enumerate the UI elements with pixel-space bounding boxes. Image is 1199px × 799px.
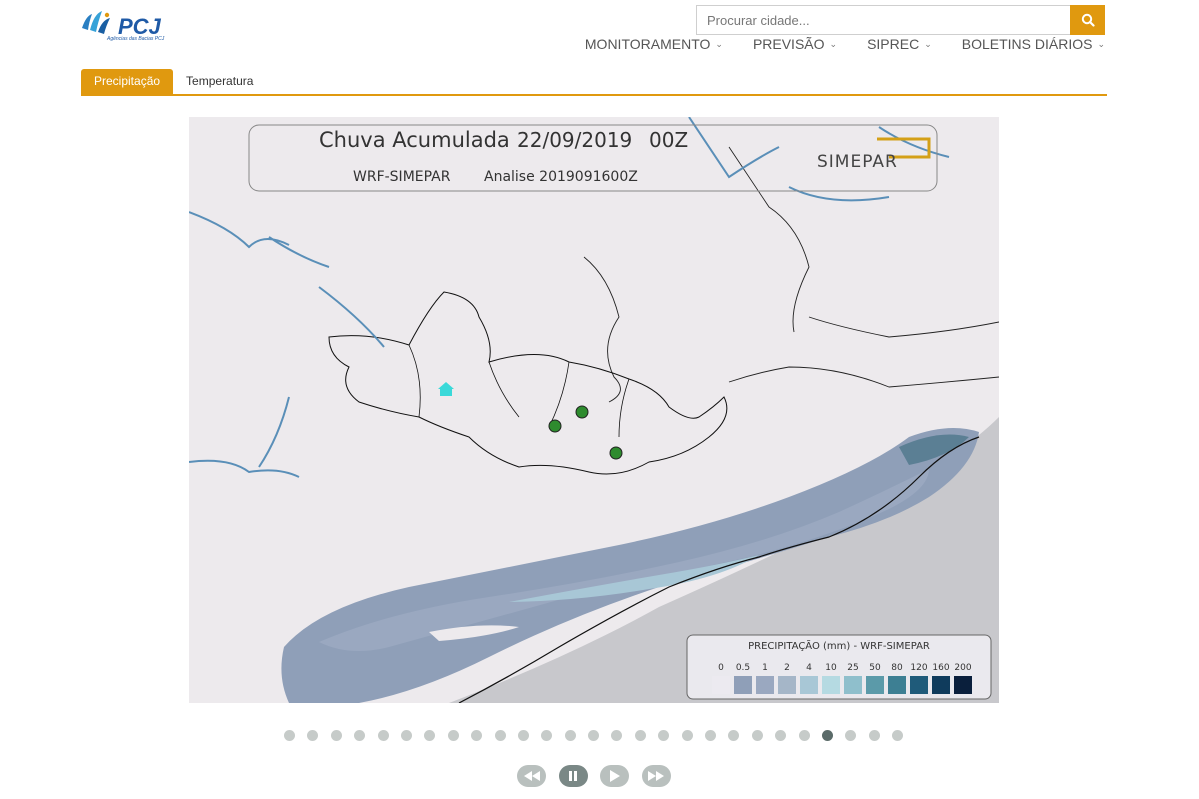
slide-dot[interactable]	[307, 730, 319, 741]
play-button[interactable]	[600, 765, 629, 787]
search-bar	[696, 5, 1105, 35]
legend-value: 1	[762, 663, 768, 673]
slide-dot[interactable]	[377, 730, 389, 741]
legend-value: 50	[869, 663, 881, 673]
legend-swatch	[734, 676, 752, 694]
slide-dot[interactable]	[634, 730, 646, 741]
nav-previsao[interactable]: PREVISÃO ⌄	[753, 36, 837, 52]
map-hour: 00Z	[649, 128, 688, 152]
legend-value: 10	[825, 663, 837, 673]
page: PCJ Agências das Bacias PCJ MONITORAMENT…	[0, 0, 1199, 799]
precipitation-map: Chuva Acumulada 22/09/2019 00Z WRF-SIMEP…	[189, 117, 999, 703]
station-marker[interactable]	[548, 419, 562, 433]
simepar-brand: SIMEPAR	[817, 152, 898, 172]
nav-label: BOLETINS DIÁRIOS	[961, 36, 1093, 52]
legend-swatch	[822, 676, 840, 694]
slide-dot[interactable]	[330, 730, 342, 741]
slide-dot[interactable]	[471, 730, 483, 741]
legend-value: 160	[932, 663, 949, 673]
legend-value: 80	[891, 663, 903, 673]
station-marker[interactable]	[609, 446, 623, 460]
legend-value: 0	[718, 663, 724, 673]
legend-swatch	[866, 676, 884, 694]
search-icon	[1081, 13, 1095, 27]
logo-caption: Agências das Bacias PCJ	[107, 36, 165, 42]
legend-value: 120	[910, 663, 927, 673]
pause-button[interactable]	[558, 765, 588, 787]
slide-dot[interactable]	[354, 730, 366, 741]
slide-dot[interactable]	[681, 730, 693, 741]
chevron-down-icon: ⌄	[829, 38, 838, 49]
slide-dot[interactable]	[658, 730, 670, 741]
nav-boletins-diarios[interactable]: BOLETINS DIÁRIOS ⌄	[962, 36, 1105, 52]
legend-value: 2	[784, 663, 790, 673]
slide-dot[interactable]	[517, 730, 529, 741]
legend-title: PRECIPITAÇÃO (mm) - WRF-SIMEPAR	[748, 639, 930, 652]
playback-controls	[517, 765, 683, 787]
slide-dot[interactable]	[728, 730, 740, 741]
rewind-button[interactable]	[517, 765, 546, 787]
legend-swatch	[910, 676, 928, 694]
slide-dot[interactable]	[494, 730, 506, 741]
basin-outline	[328, 291, 728, 475]
precipitation-legend: PRECIPITAÇÃO (mm) - WRF-SIMEPAR 0 0.5 1 2 4 1…	[686, 634, 992, 700]
slide-dot[interactable]	[611, 730, 623, 741]
slide-dot[interactable]	[424, 730, 436, 741]
slide-indicators	[284, 730, 916, 741]
slide-dot[interactable]	[798, 730, 810, 741]
map-date: 22/09/2019	[517, 128, 632, 152]
legend-swatch	[932, 676, 950, 694]
legend-value: 4	[806, 663, 812, 673]
legend-swatch	[888, 676, 906, 694]
tab-temperatura[interactable]: Temperatura	[173, 69, 266, 94]
legend-swatch	[712, 676, 730, 694]
slide-dot[interactable]	[868, 730, 880, 741]
city-marker[interactable]	[438, 382, 454, 396]
slide-dot[interactable]	[845, 730, 857, 741]
map-analysis: Analise 2019091600Z	[484, 169, 638, 185]
legend-swatch	[800, 676, 818, 694]
slide-dot[interactable]	[541, 730, 553, 741]
map-model: WRF-SIMEPAR	[353, 169, 451, 185]
nav-monitoramento[interactable]: MONITORAMENTO ⌄	[585, 36, 723, 52]
map-title: Chuva Acumulada	[319, 128, 510, 152]
legend-value: 25	[847, 663, 858, 673]
pause-icon	[569, 771, 577, 781]
slide-dot[interactable]	[447, 730, 459, 741]
legend-value: 200	[954, 663, 971, 673]
main-nav: MONITORAMENTO ⌄ PREVISÃO ⌄ SIPREC ⌄ BOLE…	[555, 36, 1105, 52]
chevron-down-icon: ⌄	[1097, 38, 1105, 49]
slide-dot[interactable]	[588, 730, 600, 741]
legend-swatch	[844, 676, 862, 694]
rewind-icon	[523, 771, 540, 781]
tab-precipitacao[interactable]: Precipitação	[81, 69, 174, 94]
nav-label: MONITORAMENTO	[584, 36, 711, 52]
fast-forward-button[interactable]	[641, 765, 671, 787]
play-icon	[609, 770, 620, 782]
legend-swatch	[954, 676, 972, 694]
state-borders	[583, 146, 999, 403]
slide-dot[interactable]	[775, 730, 787, 741]
tab-bar: Precipitação Temperatura	[81, 69, 1107, 96]
slide-dot[interactable]	[400, 730, 412, 741]
station-marker[interactable]	[575, 405, 589, 419]
slide-dot[interactable]	[821, 730, 833, 741]
nav-label: PREVISÃO	[752, 36, 825, 52]
legend-swatch	[756, 676, 774, 694]
chevron-down-icon: ⌄	[715, 38, 723, 49]
slide-dot[interactable]	[892, 730, 904, 741]
slide-dot[interactable]	[284, 730, 295, 741]
slide-dot[interactable]	[705, 730, 717, 741]
search-input[interactable]	[696, 5, 1070, 35]
search-button[interactable]	[1070, 5, 1105, 35]
slide-dot[interactable]	[564, 730, 576, 741]
legend-value: 0.5	[736, 663, 750, 673]
legend-swatch	[778, 676, 796, 694]
chevron-down-icon: ⌄	[924, 38, 932, 49]
nav-siprec[interactable]: SIPREC ⌄	[867, 36, 932, 52]
fast-forward-icon	[648, 771, 664, 781]
slide-dot[interactable]	[751, 730, 763, 741]
nav-label: SIPREC	[867, 36, 920, 52]
